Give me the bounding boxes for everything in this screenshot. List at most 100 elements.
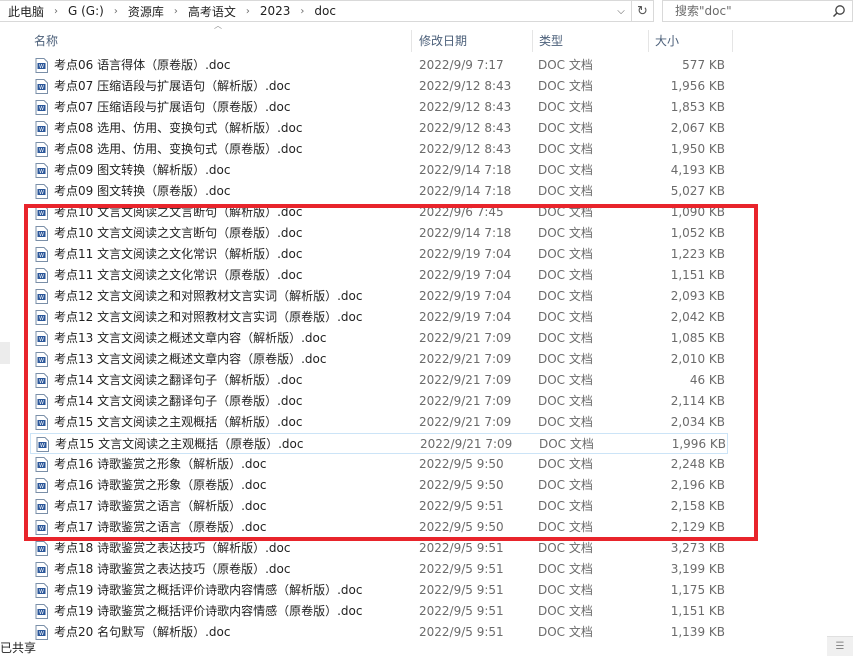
file-row[interactable]: W 考点09 图文转换（原卷版）.doc 2022/9/14 7:18 DOC 文档 5…: [30, 181, 728, 202]
search-box[interactable]: [662, 0, 853, 22]
file-row[interactable]: W 考点09 图文转换（解析版）.doc 2022/9/14 7:18 DOC 文档 4…: [30, 160, 728, 181]
file-row[interactable]: W 考点12 文言文阅读之和对照教材文言实词（解析版）.doc 2022/9/19 …: [30, 286, 728, 307]
file-name: 考点08 选用、仿用、变换句式（原卷版）.doc: [54, 142, 303, 156]
word-doc-icon: W: [35, 541, 48, 556]
file-row[interactable]: W 考点11 文言文阅读之文化常识（原卷版）.doc 2022/9/19 7:04 D…: [30, 265, 728, 286]
file-row[interactable]: W 考点18 诗歌鉴赏之表达技巧（解析版）.doc 2022/9/5 9:51 DOC…: [30, 538, 728, 559]
file-date: 2022/9/21 7:09: [419, 352, 512, 366]
file-name: 考点10 文言文阅读之文言断句（原卷版）.doc: [54, 226, 303, 240]
address-history-button[interactable]: ⌵: [612, 3, 630, 19]
file-row[interactable]: W 考点16 诗歌鉴赏之形象（解析版）.doc 2022/9/5 9:50 DOC 文…: [30, 454, 728, 475]
column-header-name[interactable]: 名称: [28, 30, 412, 52]
file-row[interactable]: W 考点11 文言文阅读之文化常识（解析版）.doc 2022/9/19 7:04 D…: [30, 244, 728, 265]
file-name: 考点15 文言文阅读之主观概括（原卷版）.doc: [55, 437, 304, 451]
view-toggle-button[interactable]: ☰: [827, 636, 853, 656]
navigation-pane-edge[interactable]: [0, 342, 10, 364]
file-row[interactable]: W 考点16 诗歌鉴赏之形象（原卷版）.doc 2022/9/5 9:50 DOC 文…: [30, 475, 728, 496]
file-name: 考点10 文言文阅读之文言断句（解析版）.doc: [54, 205, 303, 219]
svg-text:W: W: [39, 127, 44, 133]
breadcrumb-resources[interactable]: 资源库: [126, 3, 166, 20]
chevron-right-icon[interactable]: ›: [292, 6, 312, 17]
file-row[interactable]: W 考点19 诗歌鉴赏之概括评价诗歌内容情感（原卷版）.doc 2022/9/5 9…: [30, 601, 728, 622]
file-date: 2022/9/19 7:04: [419, 310, 512, 324]
file-row[interactable]: W 考点13 文言文阅读之概述文章内容（原卷版）.doc 2022/9/21 7:0…: [30, 349, 728, 370]
column-header-date[interactable]: 修改日期: [413, 30, 533, 52]
file-row[interactable]: W 考点15 文言文阅读之主观概括（原卷版）.doc 2022/9/21 7:09 D…: [30, 433, 728, 454]
file-type: DOC 文档: [538, 163, 593, 177]
file-type: DOC 文档: [538, 331, 593, 345]
svg-text:W: W: [39, 463, 44, 469]
file-type: DOC 文档: [539, 437, 594, 451]
search-input[interactable]: [663, 2, 823, 20]
word-doc-icon: W: [35, 373, 48, 388]
file-name: 考点09 图文转换（原卷版）.doc: [54, 184, 231, 198]
chevron-right-icon[interactable]: ›: [46, 6, 66, 17]
breadcrumb[interactable]: 此电脑 › G (G:) › 资源库 › 高考语文 › 2023 › doc: [0, 0, 632, 22]
file-row[interactable]: W 考点14 文言文阅读之翻译句子（原卷版）.doc 2022/9/21 7:09 D…: [30, 391, 728, 412]
file-type: DOC 文档: [538, 373, 593, 387]
svg-text:W: W: [39, 400, 44, 406]
svg-text:W: W: [39, 421, 44, 427]
file-name: 考点14 文言文阅读之翻译句子（原卷版）.doc: [54, 394, 303, 408]
file-date: 2022/9/14 7:18: [419, 226, 512, 240]
word-doc-icon: W: [35, 583, 48, 598]
file-row[interactable]: W 考点15 文言文阅读之主观概括（解析版）.doc 2022/9/21 7:09 D…: [30, 412, 728, 433]
breadcrumb-this-pc[interactable]: 此电脑: [6, 3, 46, 20]
word-doc-icon: W: [35, 331, 48, 346]
file-row[interactable]: W 考点10 文言文阅读之文言断句（原卷版）.doc 2022/9/14 7:18 D…: [30, 223, 728, 244]
column-header-type[interactable]: 类型: [533, 30, 649, 52]
file-date: 2022/9/5 9:51: [419, 541, 504, 555]
chevron-right-icon[interactable]: ›: [166, 6, 186, 17]
file-row[interactable]: W 考点20 名句默写（解析版）.doc 2022/9/5 9:51 DOC 文档 1,…: [30, 622, 728, 643]
file-name: 考点20 名句默写（解析版）.doc: [54, 625, 231, 639]
file-size: 1,175 KB: [670, 583, 725, 597]
search-icon[interactable]: [832, 4, 846, 18]
file-size: 3,273 KB: [670, 541, 725, 555]
file-name: 考点19 诗歌鉴赏之概括评价诗歌内容情感（解析版）.doc: [54, 583, 363, 597]
file-row[interactable]: W 考点17 诗歌鉴赏之语言（原卷版）.doc 2022/9/5 9:50 DOC 文…: [30, 517, 728, 538]
file-type: DOC 文档: [538, 268, 593, 282]
file-row[interactable]: W 考点07 压缩语段与扩展语句（原卷版）.doc 2022/9/12 8:43 DO…: [30, 97, 728, 118]
file-row[interactable]: W 考点07 压缩语段与扩展语句（解析版）.doc 2022/9/12 8:43 DO…: [30, 76, 728, 97]
file-row[interactable]: W 考点06 语言得体（原卷版）.doc 2022/9/9 7:17 DOC 文档 57…: [30, 55, 728, 76]
file-row[interactable]: W 考点19 诗歌鉴赏之概括评价诗歌内容情感（解析版）.doc 2022/9/5 9…: [30, 580, 728, 601]
file-size: 1,996 KB: [671, 437, 726, 451]
file-size: 1,139 KB: [670, 625, 725, 639]
svg-text:W: W: [39, 295, 44, 301]
file-type: DOC 文档: [538, 184, 593, 198]
chevron-right-icon[interactable]: ›: [238, 6, 258, 17]
file-row[interactable]: W 考点14 文言文阅读之翻译句子（解析版）.doc 2022/9/21 7:09 D…: [30, 370, 728, 391]
file-name: 考点18 诗歌鉴赏之表达技巧（解析版）.doc: [54, 541, 291, 555]
word-doc-icon: W: [35, 478, 48, 493]
refresh-button[interactable]: ↻: [632, 0, 654, 22]
breadcrumb-2023[interactable]: 2023: [258, 4, 293, 18]
svg-text:W: W: [40, 443, 45, 449]
breadcrumb-gaokao-chinese[interactable]: 高考语文: [186, 3, 238, 20]
file-row[interactable]: W 考点13 文言文阅读之概述文章内容（解析版）.doc 2022/9/21 7:0…: [30, 328, 728, 349]
breadcrumb-doc[interactable]: doc: [312, 4, 338, 18]
file-row[interactable]: W 考点08 选用、仿用、变换句式（原卷版）.doc 2022/9/12 8:43 D…: [30, 139, 728, 160]
svg-text:W: W: [39, 568, 44, 574]
file-row[interactable]: W 考点18 诗歌鉴赏之表达技巧（原卷版）.doc 2022/9/5 9:51 DOC…: [30, 559, 728, 580]
file-size: 1,950 KB: [670, 142, 725, 156]
file-name: 考点08 选用、仿用、变换句式（解析版）.doc: [54, 121, 303, 135]
file-name: 考点15 文言文阅读之主观概括（解析版）.doc: [54, 415, 303, 429]
file-type: DOC 文档: [538, 604, 593, 618]
file-row[interactable]: W 考点12 文言文阅读之和对照教材文言实词（原卷版）.doc 2022/9/19 …: [30, 307, 728, 328]
column-header-size[interactable]: 大小: [649, 30, 733, 52]
file-name: 考点09 图文转换（解析版）.doc: [54, 163, 231, 177]
word-doc-icon: W: [35, 142, 48, 157]
file-type: DOC 文档: [538, 562, 593, 576]
file-size: 46 KB: [689, 373, 725, 387]
file-row[interactable]: W 考点17 诗歌鉴赏之语言（解析版）.doc 2022/9/5 9:51 DOC 文…: [30, 496, 728, 517]
file-name: 考点07 压缩语段与扩展语句（解析版）.doc: [54, 79, 291, 93]
word-doc-icon: W: [35, 604, 48, 619]
word-doc-icon: W: [35, 58, 48, 73]
word-doc-icon: W: [35, 79, 48, 94]
file-date: 2022/9/14 7:18: [419, 163, 512, 177]
breadcrumb-drive-g[interactable]: G (G:): [66, 4, 106, 18]
file-row[interactable]: W 考点08 选用、仿用、变换句式（解析版）.doc 2022/9/12 8:43 D…: [30, 118, 728, 139]
chevron-right-icon[interactable]: ›: [106, 6, 126, 17]
svg-text:W: W: [39, 610, 44, 616]
file-row[interactable]: W 考点10 文言文阅读之文言断句（解析版）.doc 2022/9/6 7:45 DO…: [30, 202, 728, 223]
